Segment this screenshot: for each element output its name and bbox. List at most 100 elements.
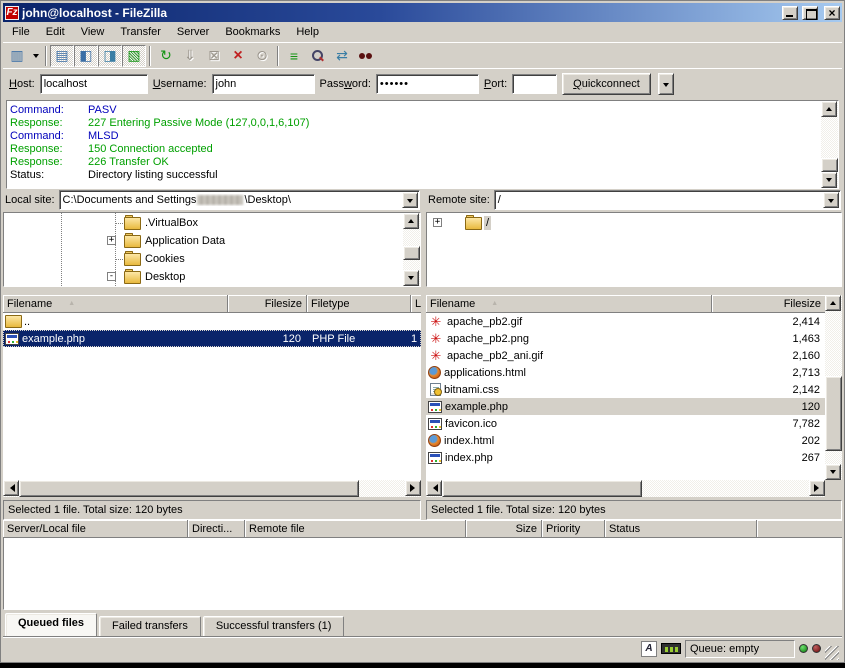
toggle-message-log-icon[interactable]: ▤ — [50, 45, 74, 67]
file-row-example-php[interactable]: example.php120 — [426, 398, 825, 415]
menu-server[interactable]: Server — [169, 23, 217, 41]
tree-item-application-data[interactable]: Application Data — [4, 232, 403, 250]
scroll-right-icon[interactable] — [405, 480, 421, 496]
column-direction[interactable]: Directi... — [188, 520, 245, 538]
column-remote-file[interactable]: Remote file — [245, 520, 466, 538]
queue-body[interactable] — [3, 538, 842, 610]
remote-list-vscrollbar[interactable] — [825, 295, 842, 480]
file-row[interactable]: applications.html2,713 — [426, 364, 825, 381]
menu-file[interactable]: File — [4, 23, 38, 41]
quickconnect-dropdown-icon[interactable] — [658, 73, 674, 95]
title-bar[interactable]: Fz john@localhost - FileZilla — [3, 3, 842, 22]
column-filesize[interactable]: Filesize — [228, 295, 307, 313]
menu-help[interactable]: Help — [288, 23, 327, 41]
username-input[interactable]: john — [212, 74, 315, 94]
menu-view[interactable]: View — [73, 23, 113, 41]
local-site-dropdown-icon[interactable] — [402, 192, 418, 208]
remote-site-dropdown-icon[interactable] — [823, 192, 839, 208]
menu-transfer[interactable]: Transfer — [112, 23, 169, 41]
column-filesize[interactable]: Filesize — [712, 295, 825, 313]
tab-queued-files[interactable]: Queued files — [5, 613, 97, 636]
password-input[interactable]: •••••• — [376, 74, 479, 94]
local-tree-scrollbar[interactable] — [403, 213, 420, 286]
resize-grip[interactable] — [825, 646, 839, 660]
file-row[interactable]: apache_pb2_ani.gif2,160 — [426, 347, 825, 364]
tree-item-cookies[interactable]: Cookies — [4, 250, 403, 268]
close-button[interactable] — [824, 6, 840, 20]
toggle-local-tree-icon[interactable]: ◧ — [74, 45, 98, 67]
file-row[interactable]: bitnami.css2,142 — [426, 381, 825, 398]
column-status[interactable]: Status — [605, 520, 757, 538]
local-site-combo[interactable]: C:\Documents and Settings\Desktop\ — [59, 190, 420, 210]
log-scrollbar[interactable] — [821, 101, 838, 188]
speed-limit-icon[interactable] — [661, 643, 681, 654]
collapse-icon[interactable] — [107, 272, 116, 281]
column-last-modified[interactable]: L — [411, 295, 421, 313]
image-file-icon — [428, 315, 444, 328]
process-queue-icon[interactable]: ⇓ — [178, 45, 202, 67]
refresh-icon[interactable]: ↻ — [154, 45, 178, 67]
scroll-thumb[interactable] — [825, 376, 842, 451]
filter-icon[interactable]: ≡ — [282, 45, 306, 67]
tab-failed-transfers[interactable]: Failed transfers — [99, 616, 201, 636]
sync-browse-icon[interactable]: ⇄ — [330, 45, 354, 67]
column-priority[interactable]: Priority — [542, 520, 605, 538]
maximize-button[interactable] — [802, 6, 818, 20]
local-list-body: .. example.php 120 PHP File 1 — [3, 313, 421, 480]
site-manager-icon[interactable]: ▥ — [5, 45, 29, 67]
menu-bookmarks[interactable]: Bookmarks — [217, 23, 288, 41]
column-size[interactable]: Size — [466, 520, 542, 538]
pane-splitter[interactable] — [426, 287, 842, 295]
tab-successful-transfers[interactable]: Successful transfers (1) — [203, 616, 345, 636]
column-filetype[interactable]: Filetype — [307, 295, 411, 313]
file-row[interactable]: favicon.ico7,782 — [426, 415, 825, 432]
scroll-up-icon[interactable] — [821, 101, 837, 117]
scroll-down-icon[interactable] — [821, 172, 837, 188]
file-row-parent-dir[interactable]: .. — [3, 313, 421, 330]
file-row[interactable]: apache_pb2.gif2,414 — [426, 313, 825, 330]
scroll-up-icon[interactable] — [403, 213, 419, 229]
tree-item-virtualbox[interactable]: .VirtualBox — [4, 214, 403, 232]
quickconnect-button[interactable]: Quickconnect — [562, 73, 651, 95]
column-server-local-file[interactable]: Server/Local file — [3, 520, 188, 538]
remote-list-hscrollbar[interactable] — [426, 480, 825, 497]
scroll-thumb[interactable] — [821, 158, 838, 172]
scroll-left-icon[interactable] — [426, 480, 442, 496]
menu-edit[interactable]: Edit — [38, 23, 73, 41]
column-filename[interactable]: Filename — [426, 295, 712, 313]
file-row[interactable]: index.html202 — [426, 432, 825, 449]
file-row[interactable]: apache_pb2.png1,463 — [426, 330, 825, 347]
scroll-thumb[interactable] — [19, 480, 359, 497]
scroll-up-icon[interactable] — [825, 295, 841, 311]
transfer-type-ascii-icon[interactable]: A — [641, 641, 657, 657]
compare-icon[interactable] — [306, 45, 330, 67]
disconnect-icon[interactable]: × — [226, 45, 250, 67]
minimize-button[interactable] — [782, 6, 798, 20]
port-input[interactable] — [512, 74, 557, 94]
pane-splitter[interactable] — [3, 287, 421, 295]
toggle-remote-tree-icon[interactable]: ◨ — [98, 45, 122, 67]
host-input[interactable]: localhost — [40, 74, 148, 94]
file-row[interactable]: index.php267 — [426, 449, 825, 466]
tree-item-desktop[interactable]: Desktop — [4, 268, 403, 286]
find-icon[interactable] — [354, 45, 378, 67]
scroll-down-icon[interactable] — [403, 270, 419, 286]
tree-item-root[interactable]: / — [427, 214, 841, 232]
reconnect-icon[interactable]: ⊙ — [250, 45, 274, 67]
scroll-down-icon[interactable] — [825, 464, 841, 480]
local-list-hscrollbar[interactable] — [3, 480, 421, 497]
expand-icon[interactable] — [107, 236, 116, 245]
expand-icon[interactable] — [433, 218, 442, 227]
scroll-thumb[interactable] — [403, 246, 420, 260]
file-row-example-php[interactable]: example.php 120 PHP File 1 — [3, 330, 421, 347]
scroll-left-icon[interactable] — [3, 480, 19, 496]
cancel-icon[interactable]: ⊠ — [202, 45, 226, 67]
status-bar: A Queue: empty — [3, 636, 842, 660]
scroll-right-icon[interactable] — [809, 480, 825, 496]
column-filename[interactable]: Filename — [3, 295, 228, 313]
site-manager-dropdown-icon[interactable] — [29, 45, 42, 67]
remote-file-list: Filename Filesize apache_pb2.gif2,414 ap… — [426, 295, 842, 497]
toggle-queue-icon[interactable]: ▧ — [122, 45, 146, 67]
scroll-thumb[interactable] — [442, 480, 642, 497]
remote-site-combo[interactable]: / — [494, 190, 841, 210]
